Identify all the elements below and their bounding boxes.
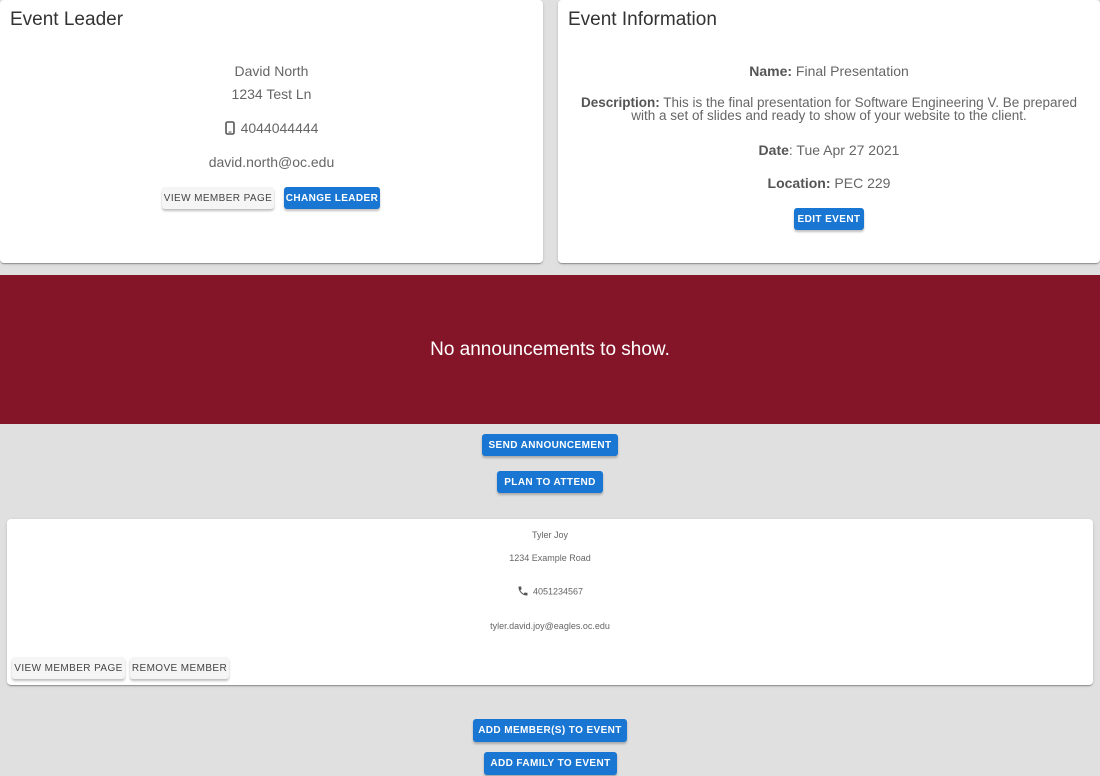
leader-address: 1234 Test Ln <box>231 86 312 102</box>
member-phone: 4051234567 <box>532 586 584 597</box>
event-information-title: Event Information <box>568 9 717 30</box>
event-location: PEC 229 <box>834 175 891 191</box>
remove-member-button[interactable]: Remove Member <box>130 657 229 679</box>
add-family-to-event-button[interactable]: Add Family to Event <box>484 752 617 775</box>
event-name: Final Presentation <box>795 63 909 79</box>
member-address: 1234 Example Road <box>509 553 591 563</box>
send-announcement-button[interactable]: Send Announcement <box>482 434 618 456</box>
leader-name: David North <box>234 63 309 79</box>
edit-event-button[interactable]: Edit Event <box>794 208 864 230</box>
event-name-label: Name: <box>749 63 793 79</box>
member-phone-row: 4051234567 <box>7 585 1093 599</box>
event-name-row: Name: Final Presentation <box>558 63 1100 79</box>
event-information-card: Event Information Name: Final Presentati… <box>558 0 1100 263</box>
leader-phone: 4044044444 <box>240 120 319 136</box>
announcements-banner: No announcements to show. <box>0 275 1100 424</box>
event-description-row: Description: This is the final presentat… <box>573 95 1085 123</box>
leader-phone-row: 4044044444 <box>0 120 543 138</box>
mobile-phone-icon <box>224 120 235 138</box>
phone-icon <box>517 585 529 599</box>
event-description: This is the final presentation for Softw… <box>631 95 1078 123</box>
member-card: Tyler Joy 1234 Example Road 4051234567 t… <box>7 519 1093 685</box>
add-members-to-event-button[interactable]: Add Member(s) to Event <box>473 719 627 742</box>
member-view-page-button[interactable]: View Member Page <box>12 657 125 679</box>
event-date-label: Date <box>758 142 789 158</box>
event-date-row: Date: Tue Apr 27 2021 <box>558 142 1100 158</box>
plan-to-attend-button[interactable]: Plan to Attend <box>497 471 603 493</box>
event-leader-card: Event Leader David North 1234 Test Ln 40… <box>0 0 543 263</box>
view-member-page-button[interactable]: View Member Page <box>162 187 274 209</box>
member-name: Tyler Joy <box>531 530 568 540</box>
no-announcements-text: No announcements to show. <box>430 338 670 360</box>
event-location-row: Location: PEC 229 <box>558 175 1100 191</box>
change-leader-button[interactable]: Change Leader <box>284 187 380 209</box>
event-leader-title: Event Leader <box>10 9 124 30</box>
member-email: tyler.david.joy@eagles.oc.edu <box>490 621 610 631</box>
event-date: : Tue Apr 27 2021 <box>788 142 900 158</box>
event-location-label: Location: <box>767 175 831 191</box>
leader-email: david.north@oc.edu <box>208 154 335 170</box>
